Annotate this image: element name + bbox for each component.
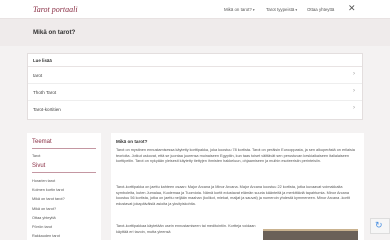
sidebar-link[interactable]: Rakkauden tarot (32, 234, 60, 238)
chevron-right-icon: › (353, 71, 355, 77)
sidebar-link[interactable]: Horarien tarot (32, 179, 55, 183)
top-navigation-bar: Tarot portaali Mikä on tarot?▾ Tarot tyy… (0, 0, 390, 19)
nav-item-tarot-tyypeista[interactable]: Tarot tyypeistä▾ (266, 7, 297, 12)
read-more-card: Lue lisää tarot › Thoth Tarot › Tarot-kort… (27, 53, 363, 120)
nav-item-mika-on-tarot[interactable]: Mikä on tarot?▾ (224, 7, 255, 12)
chevron-down-icon: ▾ (295, 8, 298, 12)
article-title: Mikä on tarot? (116, 139, 148, 144)
page-hero: Mikä on tarot? (0, 19, 390, 46)
nav-item-ottaa-yhteytta[interactable]: Ottaa yhteyttä (307, 7, 334, 12)
article-paragraph: Tarot-korttipakkaa käytetään usein ennus… (116, 224, 256, 234)
close-icon[interactable]: ✕ (348, 4, 356, 13)
article-paragraph: Tarot-korttipakka on jaettu kahteen osaa… (116, 185, 350, 206)
sidebar-link-tarot[interactable]: Tarot (32, 154, 40, 158)
sidebar-link[interactable]: Kolmen kortin tarot (32, 188, 64, 192)
read-more-item-thoth-tarot[interactable]: Thoth Tarot › (28, 84, 362, 101)
chevron-down-icon: ▾ (252, 8, 255, 12)
read-more-item-tarot[interactable]: tarot › (28, 67, 362, 84)
sidebar-divider (32, 148, 96, 149)
chevron-right-icon: › (353, 105, 355, 111)
article-paragraph: Tarot on mystinen ennustamisessa käytett… (116, 148, 355, 163)
sidebar-heading-sivut: Sivut (32, 163, 46, 169)
sidebar: Teemat Tarot Sivut Horarien tarot Kolmen… (27, 133, 101, 240)
sidebar-link[interactable]: Pörrön tarot (32, 225, 52, 229)
sidebar-link[interactable]: Mikä on tarot tarot? (32, 197, 65, 201)
sidebar-link[interactable]: Ottaa yhteyttä (32, 216, 56, 220)
sidebar-heading-teemat: Teemat (32, 139, 52, 145)
read-more-heading: Lue lisää (28, 54, 362, 67)
article-image (263, 229, 358, 240)
sidebar-divider (32, 172, 96, 173)
sidebar-link[interactable]: Mikä on tarot? (32, 207, 56, 211)
chevron-right-icon: › (353, 88, 355, 94)
recaptcha-badge[interactable]: ↻ (370, 218, 390, 234)
recaptcha-icon: ↻ (375, 220, 383, 230)
site-logo[interactable]: Tarot portaali (33, 5, 78, 14)
page-title: Mikä on tarot? (33, 29, 76, 36)
read-more-item-tarot-kortitien[interactable]: Tarot-kortitien › (28, 101, 362, 118)
article-content: Mikä on tarot? Tarot on mystinen ennusta… (111, 133, 364, 240)
